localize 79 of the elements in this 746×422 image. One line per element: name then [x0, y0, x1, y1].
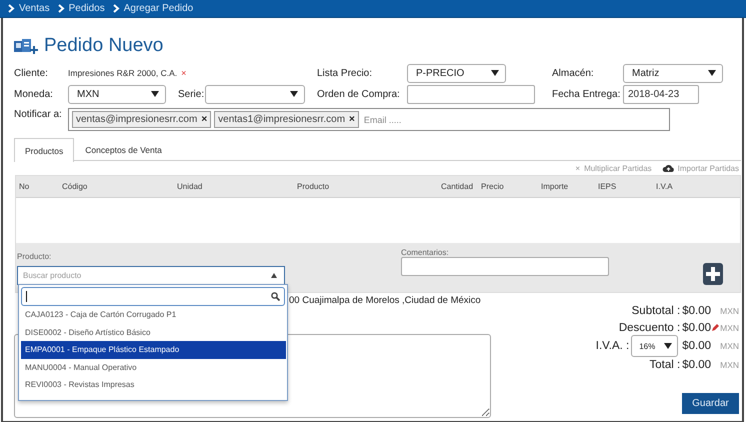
tab[interactable]: Productos	[14, 138, 74, 162]
text-cursor	[26, 291, 27, 302]
caret-icon	[290, 91, 298, 97]
tab[interactable]: Conceptos de Venta	[74, 138, 173, 161]
field-label: Notificar a:	[14, 109, 63, 120]
currency-code: MXN	[719, 360, 739, 370]
dropdown-option[interactable]: EMPA0001 - Empaque Plástico Estampado	[21, 341, 286, 358]
series-select[interactable]	[205, 84, 305, 104]
column-header: Producto	[297, 182, 330, 191]
dropdown-option[interactable]: REVI0003 - Revistas Impresas	[21, 376, 286, 394]
remove-tag-button[interactable]: ×	[201, 114, 208, 125]
total-label: Subtotal :	[632, 304, 680, 316]
breadcrumb-link[interactable]: Pedidos	[68, 3, 105, 14]
page-title: Pedido Nuevo	[44, 35, 164, 57]
caret-icon	[151, 91, 159, 97]
chevron-icon	[8, 4, 15, 13]
address-text: 00 Cuajimalpa de Morelos ,Ciudad de México	[289, 295, 481, 306]
add-button[interactable]	[703, 263, 723, 285]
email-address: ventas1@impresionesrr.com	[218, 114, 346, 125]
purchase-order-field[interactable]	[407, 84, 535, 104]
product-select[interactable]: Buscar producto	[17, 266, 285, 285]
field-label: Cliente:	[14, 68, 49, 78]
save-button[interactable]: Guardar	[682, 393, 739, 414]
warehouse-select[interactable]: Matriz	[623, 64, 723, 82]
total-label: I.V.A. :	[596, 340, 630, 352]
field-label: Moneda:	[14, 88, 54, 100]
tax-rate-select[interactable]: 16%	[631, 335, 678, 357]
chevron-icon	[112, 4, 120, 13]
column-header: Código	[62, 182, 88, 191]
column-header: Cantidad	[441, 182, 474, 191]
times-icon: ×	[575, 164, 580, 172]
total-amount: $0.00	[682, 322, 711, 334]
pencil-icon	[711, 323, 720, 332]
currency-code: MXN	[719, 341, 739, 351]
total-label: Descuento :	[618, 322, 680, 334]
field-label: Producto:	[17, 251, 52, 261]
breadcrumb-link[interactable]: Ventas	[19, 3, 50, 14]
dropdown-option[interactable]: MANU0004 - Manual Operativo	[21, 358, 286, 376]
caret-icon	[708, 70, 716, 76]
field-label: Orden de Compra:	[317, 88, 401, 100]
caret-icon	[664, 343, 672, 349]
client-name: Impresiones R&R 2000, C.A.	[68, 68, 178, 78]
currency-code: MXN	[720, 322, 739, 332]
field-label: Serie:	[178, 88, 205, 100]
field-label: Almacén:	[552, 68, 595, 78]
search-icon	[271, 292, 280, 301]
column-header: Importe	[541, 182, 570, 191]
field-label: Lista Precio:	[317, 68, 374, 78]
delivery-date-field[interactable]: 2018-04-23	[623, 84, 699, 104]
dropdown-option[interactable]: DISE0002 - Diseño Artístico Básico	[21, 324, 286, 341]
recipients-field[interactable]: ventas@impresionesrr.com × ventas1@impresionesrr.com × Email .....	[68, 108, 670, 131]
clear-client-button[interactable]: ×	[181, 68, 186, 78]
remove-tag-button[interactable]: ×	[349, 114, 355, 125]
column-header: No	[19, 182, 30, 191]
price-list-select[interactable]: P-PRECIO	[407, 64, 506, 82]
total-amount: $0.00	[682, 340, 711, 352]
email-address: ventas@impresionesrr.com	[76, 114, 198, 125]
cloud-upload-icon	[662, 164, 674, 172]
dropdown-option[interactable]: CAJA0123 - Caja de Cartón Corrugado P1	[21, 306, 286, 324]
column-header: Unidad	[177, 182, 204, 191]
caret-icon	[271, 273, 277, 278]
column-header: I.V.A	[656, 182, 674, 191]
total-label: Total :	[650, 358, 680, 370]
field-label: Comentarios:	[401, 247, 450, 257]
column-header: IEPS	[598, 182, 618, 191]
document-add-icon	[13, 37, 38, 55]
breadcrumb-link[interactable]: Agregar Pedido	[124, 3, 194, 14]
dropdown-search-field[interactable]	[21, 287, 285, 306]
email-input[interactable]: Email .....	[362, 114, 562, 126]
currency-code: MXN	[719, 306, 739, 316]
plus-icon	[706, 267, 720, 281]
field-label: Fecha Entrega:	[552, 88, 622, 100]
column-header: Precio	[481, 182, 505, 191]
total-amount: $0.00	[682, 304, 711, 316]
chevron-icon	[58, 4, 65, 13]
currency-select[interactable]: MXN	[68, 84, 166, 104]
caret-icon	[491, 70, 499, 76]
comments-field[interactable]	[401, 257, 609, 276]
total-amount: $0.00	[682, 358, 711, 370]
